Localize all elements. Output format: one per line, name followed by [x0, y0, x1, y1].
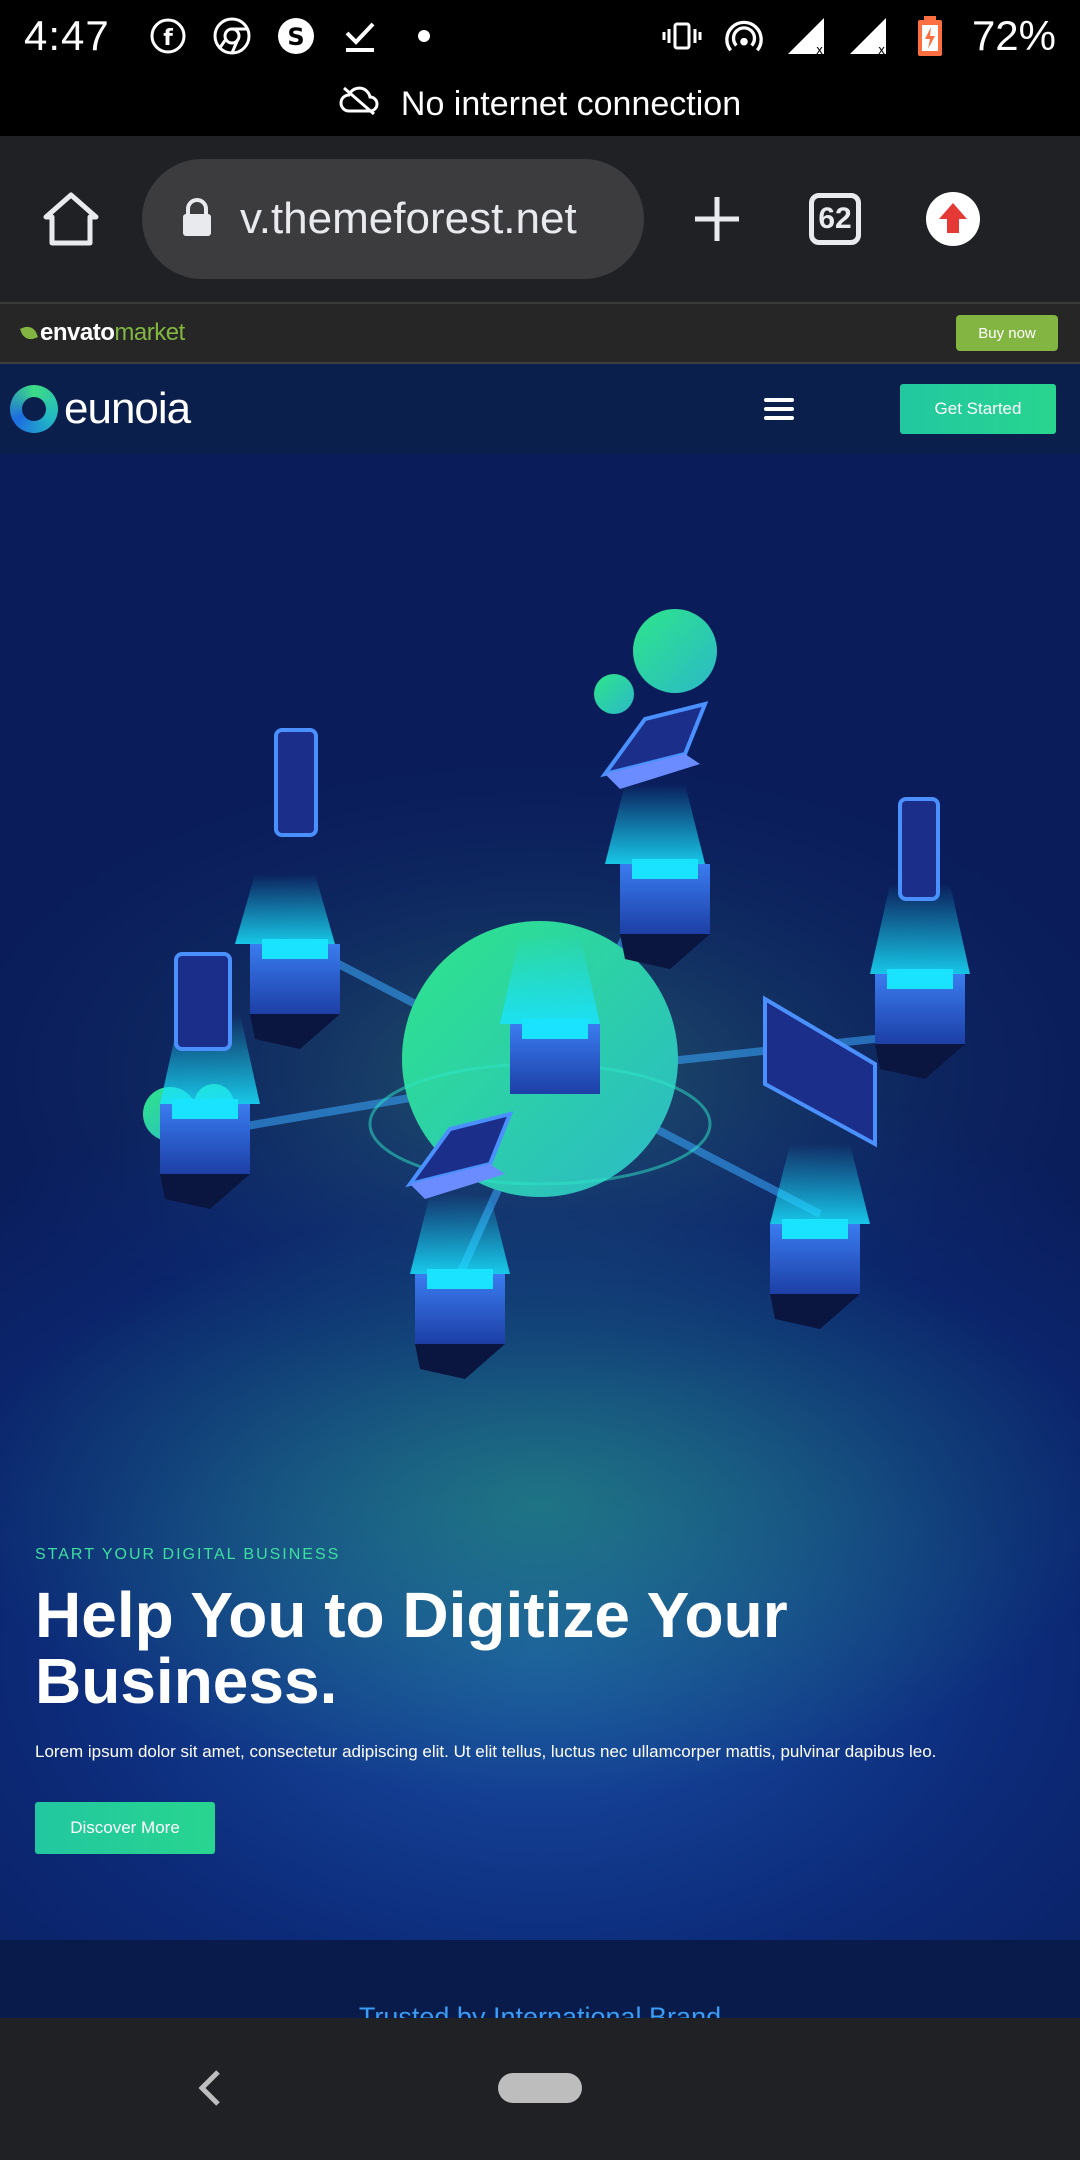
site-logo[interactable]: eunoia: [10, 384, 191, 434]
tab-switcher-button[interactable]: 62: [794, 178, 876, 260]
svg-text:S: S: [287, 23, 304, 51]
vibrate-icon: [662, 16, 702, 56]
status-time: 4:47: [24, 12, 110, 59]
envato-logo[interactable]: envato market: [20, 319, 185, 347]
site-header: eunoia Get Started: [0, 364, 1080, 454]
dot-icon: [404, 16, 444, 56]
plus-icon: [695, 197, 739, 241]
chrome-icon: [212, 16, 252, 56]
home-pill[interactable]: [498, 2073, 582, 2103]
system-nav-bar: [0, 2018, 1080, 2160]
svg-text:x: x: [816, 43, 823, 56]
hero-description: Lorem ipsum dolor sit amet, consectetur …: [35, 1742, 937, 1761]
back-button[interactable]: [190, 2066, 230, 2110]
update-menu-button[interactable]: [912, 178, 994, 260]
envato-logo-bold: envato: [40, 319, 115, 346]
trusted-section: Trusted by International Brand: [0, 1940, 1080, 2018]
hotspot-icon: [724, 16, 764, 56]
facebook-icon: f: [148, 16, 188, 56]
leaf-icon: [20, 324, 38, 342]
trusted-heading: Trusted by International Brand: [358, 2002, 722, 2018]
new-tab-button[interactable]: [676, 178, 758, 260]
site-logo-text: eunoia: [64, 384, 191, 433]
update-arrow-icon: [926, 192, 980, 246]
hero-title: Help You to Digitize Your Business.: [35, 1579, 788, 1717]
hero-section: START YOUR DIGITAL BUSINESS Help You to …: [0, 454, 1080, 1940]
app-s-icon: S: [276, 16, 316, 56]
home-icon: [43, 192, 99, 246]
battery-icon: [910, 16, 950, 56]
get-started-button[interactable]: Get Started: [900, 384, 1056, 434]
url-bar[interactable]: v.themeforest.net: [142, 159, 644, 279]
hero-eyebrow: START YOUR DIGITAL BUSINESS: [35, 1546, 341, 1563]
svg-text:f: f: [163, 26, 173, 51]
eunoia-logo-icon: [10, 385, 58, 433]
offline-banner: No internet connection: [0, 72, 1080, 136]
system-status-icons: x x 72%: [662, 12, 1056, 60]
buy-now-button[interactable]: Buy now: [956, 315, 1058, 351]
notification-icons: f S: [148, 16, 444, 56]
signal-icon: x: [786, 16, 826, 56]
signal-icon: x: [848, 16, 888, 56]
download-done-icon: [340, 16, 380, 56]
lock-icon: [180, 197, 214, 242]
home-button[interactable]: [30, 178, 112, 260]
network-illustration: [0, 609, 1080, 1394]
status-bar: 4:47 f S x x 72%: [0, 0, 1080, 72]
tab-count: 62: [809, 193, 861, 245]
battery-percent: 72%: [971, 12, 1056, 59]
cloud-off-icon: [339, 85, 379, 124]
envato-logo-light: market: [114, 319, 185, 346]
browser-toolbar: v.themeforest.net 62: [0, 136, 1080, 304]
offline-text: No internet connection: [400, 84, 742, 123]
envato-bar: envato market Buy now: [0, 304, 1080, 364]
menu-button[interactable]: [754, 387, 804, 431]
back-arrow-icon: [198, 2070, 220, 2106]
svg-text:x: x: [878, 43, 885, 56]
discover-more-button[interactable]: Discover More: [35, 1802, 215, 1854]
url-text: v.themeforest.net: [240, 194, 577, 243]
